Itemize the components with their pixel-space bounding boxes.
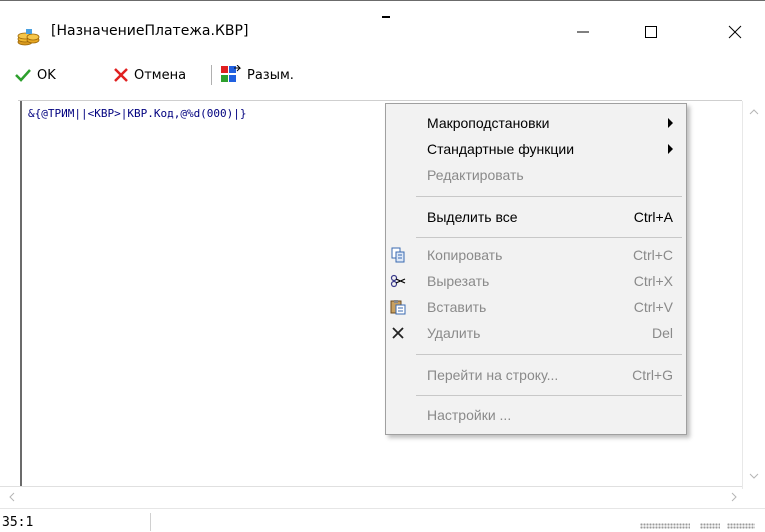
menu-item-standard-functions[interactable]: Стандартные функции	[386, 136, 686, 162]
toolbar: OK Отмена Разым.	[0, 58, 765, 92]
menu-item-shortcut: Del	[651, 325, 673, 341]
title-bar: [НазначениеПлатежа.КВР]	[0, 12, 765, 52]
menu-item-label: Макроподстановки	[427, 115, 550, 131]
menu-separator	[416, 354, 682, 355]
cursor-position: 35:1	[2, 515, 34, 530]
scroll-up-arrow-icon[interactable]	[743, 101, 765, 123]
menu-item-copy[interactable]: Копировать Ctrl+C	[386, 242, 686, 268]
delete-x-icon	[388, 324, 408, 342]
vertical-scrollbar[interactable]	[742, 101, 765, 489]
scissors-icon	[388, 272, 408, 290]
red-x-icon	[114, 68, 128, 82]
menu-item-shortcut: Ctrl+V	[633, 299, 673, 315]
menu-item-select-all[interactable]: Выделить все Ctrl+A	[386, 204, 686, 230]
menu-item-cut[interactable]: Вырезать Ctrl+X	[386, 268, 686, 294]
menu-item-label: Копировать	[427, 247, 503, 263]
menu-item-delete[interactable]: Удалить Del	[386, 320, 686, 346]
status-separator	[150, 513, 151, 531]
scroll-down-arrow-icon[interactable]	[743, 465, 765, 487]
menu-item-label: Редактировать	[427, 167, 524, 183]
context-menu: Макроподстановки Стандартные функции Ред…	[385, 103, 687, 435]
menu-item-macros[interactable]: Макроподстановки	[386, 110, 686, 136]
minimize-button[interactable]	[560, 14, 606, 50]
ok-label: OK	[37, 67, 56, 83]
window-title: [НазначениеПлатежа.КВР]	[51, 23, 249, 39]
menu-item-shortcut: Ctrl+A	[633, 209, 673, 225]
menu-item-shortcut: Ctrl+G	[632, 367, 673, 383]
unmatch-label: Разым.	[247, 67, 294, 83]
menu-item-label: Стандартные функции	[427, 141, 575, 157]
menu-item-label: Вставить	[427, 299, 487, 315]
menu-item-shortcut: Ctrl+C	[632, 247, 673, 263]
scroll-right-arrow-icon[interactable]	[724, 487, 744, 507]
status-grip-dots	[700, 523, 720, 529]
close-icon	[728, 25, 742, 39]
menu-separator	[416, 196, 682, 197]
toolbar-separator	[211, 65, 212, 85]
menu-separator	[416, 395, 682, 396]
maximize-icon	[645, 26, 657, 38]
menu-item-paste[interactable]: Вставить Ctrl+V	[386, 294, 686, 320]
maximize-button[interactable]	[628, 14, 674, 50]
copy-icon	[388, 246, 408, 264]
checkmark-icon	[15, 69, 31, 82]
text-caret	[382, 16, 390, 18]
coins-stack-icon	[17, 28, 41, 46]
resize-grip-icon[interactable]	[727, 523, 755, 529]
unmatch-icon	[221, 65, 242, 82]
submenu-arrow-icon	[668, 144, 673, 154]
menu-separator	[416, 237, 682, 238]
paste-icon	[388, 298, 408, 316]
code-line: &{@ТРИМ||<КВР>|КВР.Код,@%d(000)|}	[28, 107, 247, 120]
menu-item-label: Удалить	[427, 325, 481, 341]
close-button[interactable]	[712, 14, 758, 50]
menu-item-shortcut: Ctrl+X	[633, 273, 673, 289]
status-bar: 35:1	[0, 508, 765, 532]
menu-item-edit[interactable]: Редактировать	[386, 162, 686, 188]
status-grip-dots	[640, 523, 690, 529]
minimize-icon	[577, 31, 589, 33]
menu-item-goto-line[interactable]: Перейти на строку... Ctrl+G	[386, 362, 686, 388]
menu-item-settings[interactable]: Настройки ...	[386, 402, 686, 428]
horizontal-scrollbar[interactable]	[0, 486, 742, 507]
window-top-border	[0, 0, 765, 1]
menu-item-label: Вырезать	[427, 273, 490, 289]
ok-button[interactable]: OK	[14, 64, 56, 86]
submenu-arrow-icon	[668, 118, 673, 128]
cancel-label: Отмена	[134, 67, 187, 83]
menu-item-label: Выделить все	[427, 209, 518, 225]
scroll-left-arrow-icon[interactable]	[2, 487, 22, 507]
unmatch-button[interactable]: Разым.	[220, 64, 294, 86]
menu-item-label: Настройки ...	[427, 407, 512, 423]
menu-item-label: Перейти на строку...	[427, 367, 559, 383]
cancel-button[interactable]: Отмена	[113, 64, 186, 86]
